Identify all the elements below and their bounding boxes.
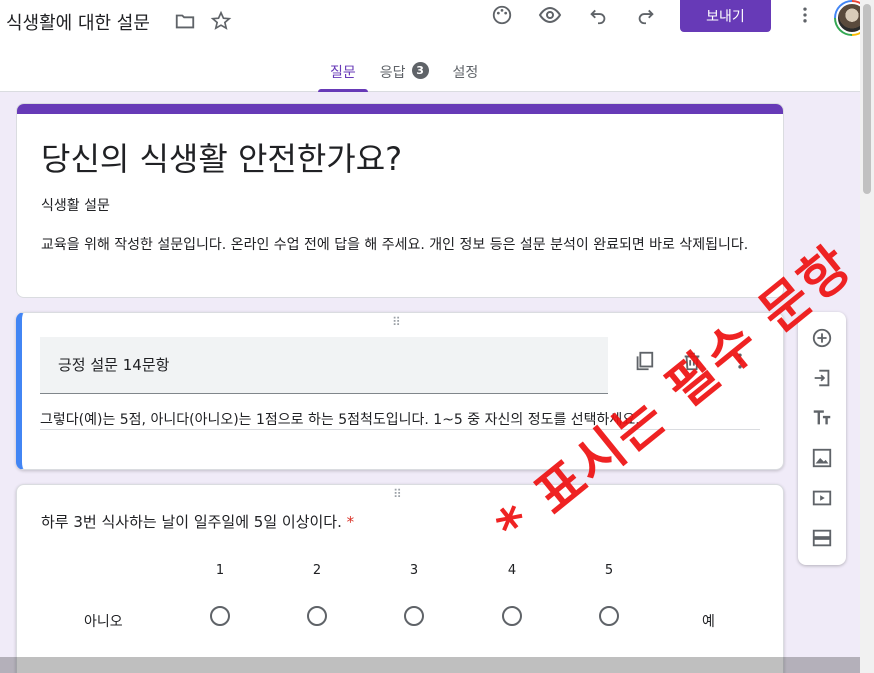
tab-responses-label: 응답 [379,65,406,81]
drag-handle-icon[interactable]: ⠿ [392,315,402,329]
scale-radio-4[interactable] [502,606,522,626]
add-image-icon[interactable] [810,446,834,470]
form-description[interactable]: 교육을 위해 작성한 설문입니다. 온라인 수업 전에 답을 해 주세요. 개인… [41,235,761,256]
tab-questions[interactable]: 질문 [318,56,368,92]
scale-min-label: 아니오 [84,614,123,630]
question-drag-handle-icon[interactable]: ⠿ [393,487,403,501]
top-header: 식생활에 대한 설문 보내기 질문 응답 3 설정 [0,0,870,92]
scale-radio-5[interactable] [599,606,619,626]
tab-settings-label: 설정 [452,65,479,81]
form-subtitle[interactable]: 식생활 설문 [41,195,110,215]
add-title-icon[interactable] [810,406,834,430]
star-icon[interactable] [209,9,233,33]
section-more-vert-icon[interactable] [728,349,752,373]
scale-radio-2[interactable] [307,606,327,626]
scale-max-label: 예 [702,614,715,630]
duplicate-icon[interactable] [632,349,656,373]
folder-icon[interactable] [173,9,197,33]
redo-icon[interactable] [634,3,658,27]
question-title: 하루 3번 식사하는 날이 일주일에 5일 이상이다. * [41,511,354,532]
add-section-icon[interactable] [810,526,834,550]
floating-toolbar [798,312,846,565]
scale-number-5: 5 [604,563,614,578]
response-count-badge: 3 [411,62,429,79]
tab-questions-label: 질문 [330,65,356,81]
scale-number-2: 2 [312,563,322,578]
scale-radio-1[interactable] [210,606,230,626]
tab-responses[interactable]: 응답 3 [368,56,441,92]
import-questions-icon[interactable] [810,366,834,390]
section-title-field[interactable]: 긍정 설문 14문항 [40,337,608,394]
add-question-icon[interactable] [810,326,834,350]
palette-icon[interactable] [490,3,514,27]
page-scrollbar-thumb[interactable] [863,4,871,194]
form-heading[interactable]: 당신의 식생활 안전한가요? [41,134,402,180]
preview-eye-icon[interactable] [538,3,562,27]
section-description-underline [40,429,760,430]
tab-settings[interactable]: 설정 [441,56,491,92]
required-asterisk: * [346,513,355,531]
form-title[interactable]: 식생활에 대한 설문 [6,9,150,35]
more-vert-icon[interactable] [793,3,817,27]
scale-radio-3[interactable] [404,606,424,626]
delete-icon[interactable] [680,349,704,373]
send-button[interactable]: 보내기 [680,0,771,32]
form-title-card[interactable]: 당신의 식생활 안전한가요? 식생활 설문 교육을 위해 작성한 설문입니다. … [16,103,784,298]
section-title: 긍정 설문 14문항 [58,356,170,374]
bottom-shadow-overlay [0,657,860,673]
question-card[interactable]: ⠿ 하루 3번 식사하는 날이 일주일에 5일 이상이다. * 1 2 3 4 … [16,484,784,673]
section-card[interactable]: ⠿ 긍정 설문 14문항 그렇다(예)는 5점, 아니다(아니오)는 1점으로 … [16,312,784,470]
undo-icon[interactable] [586,3,610,27]
add-video-icon[interactable] [810,486,834,510]
scale-number-3: 3 [409,563,419,578]
title-card-accent-bar [17,104,783,114]
scale-number-1: 1 [215,563,225,578]
tab-bar: 질문 응답 3 설정 [318,56,490,92]
scale-number-4: 4 [507,563,517,578]
question-title-text: 하루 3번 식사하는 날이 일주일에 5일 이상이다. [41,513,342,531]
section-description[interactable]: 그렇다(예)는 5점, 아니다(아니오)는 1점으로 하는 5점척도입니다. 1… [40,409,640,429]
